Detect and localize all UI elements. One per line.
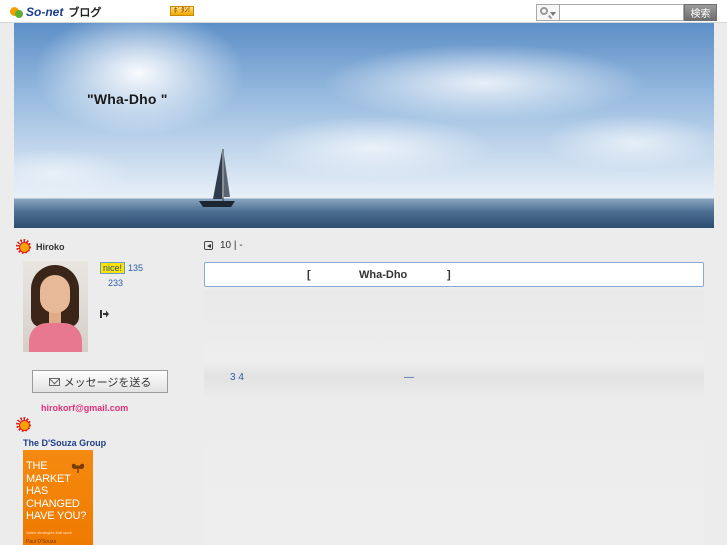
- avatar-top: [29, 323, 82, 352]
- post-text-dash: —: [404, 372, 414, 383]
- previous-arrow-icon[interactable]: [204, 241, 213, 250]
- sun-icon: [15, 238, 32, 255]
- search-scope-dropdown[interactable]: [536, 4, 559, 21]
- search-bar: 検索: [536, 4, 717, 21]
- author-heading: Hiroko: [15, 238, 65, 255]
- arrow-right-icon[interactable]: [100, 310, 109, 318]
- post-text-line: 3 4: [230, 372, 244, 383]
- post-body: 3 4 —: [204, 290, 704, 545]
- header-banner: "Wha-Dho ": [14, 23, 714, 228]
- entry-navigation: 10 | -: [204, 240, 243, 251]
- logo-blog-label: ブログ: [68, 6, 102, 19]
- banner-sea: [14, 198, 714, 228]
- post-title-close-bracket: ]: [447, 269, 451, 281]
- post-title-box: [ Wha-Dho ]: [204, 262, 704, 287]
- nice-count[interactable]: 135: [128, 263, 143, 273]
- send-message-label: メッセージを送る: [63, 376, 152, 389]
- post-title-open-bracket: [: [307, 269, 311, 281]
- avatar[interactable]: [23, 261, 88, 352]
- book-cover-author: Paul D'Souza: [26, 539, 57, 545]
- so-net-logo-icon: [10, 5, 24, 19]
- send-message-button[interactable]: メッセージを送る: [32, 370, 168, 393]
- author-name[interactable]: Hiroko: [36, 242, 65, 252]
- book-section-title[interactable]: The D'Souza Group: [23, 438, 106, 448]
- blog-title[interactable]: "Wha-Dho ": [87, 91, 168, 107]
- email-link[interactable]: hirokorf@gmail.com: [41, 403, 128, 413]
- promo-badge[interactable]: ﾎﾞﾀﾝ!: [170, 6, 194, 16]
- search-input[interactable]: [559, 4, 684, 21]
- chevron-down-icon: [550, 12, 556, 16]
- logo-text: So-net: [26, 4, 64, 19]
- mail-icon: [48, 377, 60, 386]
- entry-nav-text[interactable]: 10 | -: [220, 240, 243, 251]
- so-net-logo[interactable]: So-net ブログ: [10, 3, 101, 20]
- reader-count[interactable]: 233: [108, 278, 123, 288]
- book-heading: [15, 416, 32, 433]
- post-title[interactable]: Wha-Dho: [359, 269, 407, 281]
- sun-icon: [15, 416, 32, 433]
- avatar-face: [40, 275, 70, 313]
- book-cover-subtitle: Sales strategies that work: [26, 530, 72, 535]
- butterfly-icon: [71, 463, 85, 473]
- sailboat-icon: [199, 149, 235, 207]
- book-cover-image[interactable]: THE MARKET HAS CHANGED HAVE YOU? Sales strat…: [23, 450, 93, 545]
- search-icon: [540, 7, 548, 15]
- nice-badge: nice!: [100, 262, 126, 274]
- search-button[interactable]: 検索: [684, 4, 717, 21]
- top-bar: So-net ブログ ﾎﾞﾀﾝ! 検索: [0, 0, 727, 23]
